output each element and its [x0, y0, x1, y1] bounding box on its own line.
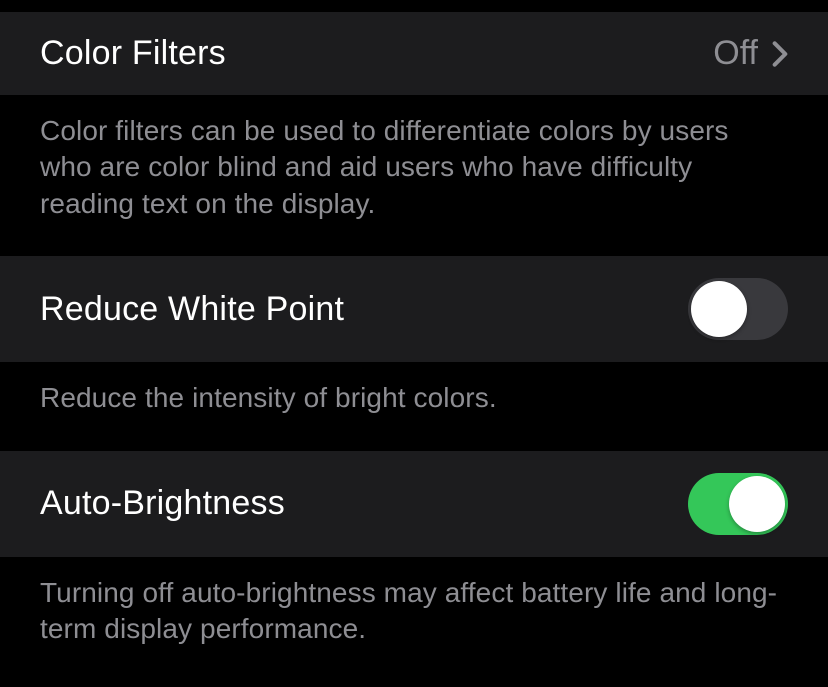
reduce-white-point-footer: Reduce the intensity of bright colors. [0, 362, 828, 450]
chevron-right-icon [772, 40, 788, 68]
auto-brightness-toggle[interactable] [688, 473, 788, 535]
reduce-white-point-row: Reduce White Point [0, 256, 828, 362]
color-filters-label: Color Filters [40, 34, 226, 73]
auto-brightness-section: Auto-Brightness Turning off auto-brightn… [0, 451, 828, 682]
reduce-white-point-section: Reduce White Point Reduce the intensity … [0, 256, 828, 450]
reduce-white-point-toggle[interactable] [688, 278, 788, 340]
auto-brightness-footer: Turning off auto-brightness may affect b… [0, 557, 828, 682]
color-filters-right: Off [713, 34, 788, 73]
color-filters-section: Color Filters Off Color filters can be u… [0, 12, 828, 256]
color-filters-value: Off [713, 34, 758, 73]
auto-brightness-row: Auto-Brightness [0, 451, 828, 557]
toggle-knob [691, 281, 747, 337]
toggle-knob [729, 476, 785, 532]
auto-brightness-label: Auto-Brightness [40, 484, 285, 523]
color-filters-footer: Color filters can be used to differentia… [0, 95, 828, 256]
reduce-white-point-label: Reduce White Point [40, 290, 344, 329]
color-filters-row[interactable]: Color Filters Off [0, 12, 828, 95]
